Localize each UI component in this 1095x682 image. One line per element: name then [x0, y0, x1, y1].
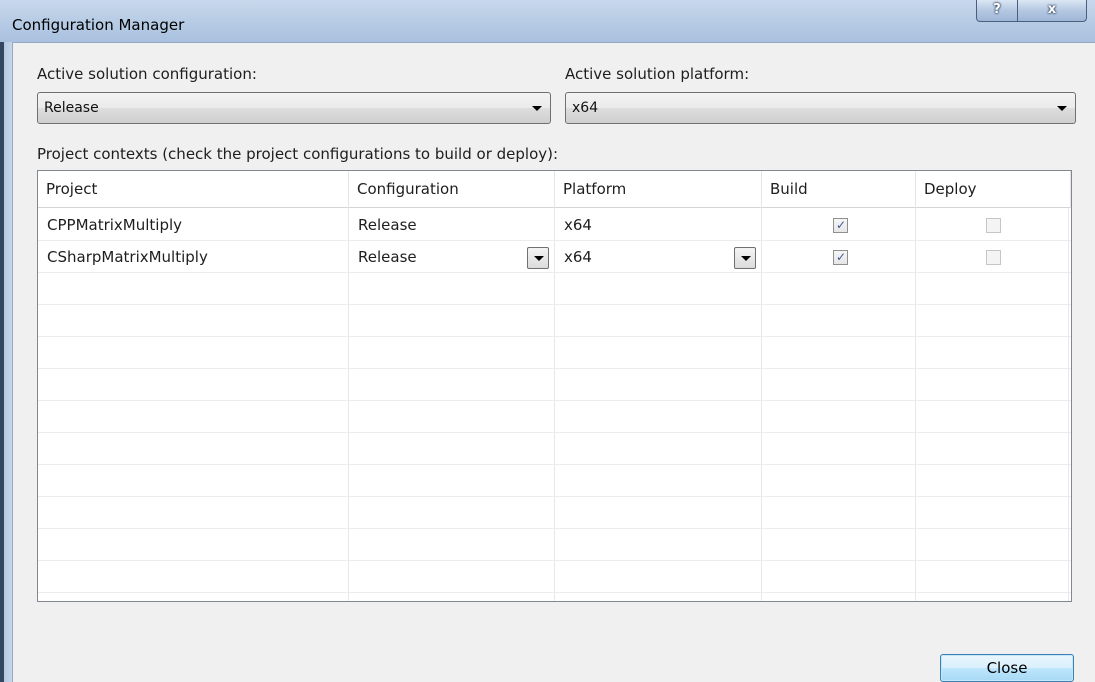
column-header-configuration[interactable]: Configuration	[349, 171, 555, 208]
title-bar: Configuration Manager ? x	[0, 0, 1095, 42]
grid-row-divider	[38, 400, 1071, 401]
grid-row-divider	[38, 560, 1071, 561]
build-checkbox[interactable]: ✓	[833, 218, 848, 233]
table-row[interactable]: CSharpMatrixMultiply Release x64 ✓	[38, 241, 1071, 273]
grid-header: Project Configuration Platform Build Dep…	[38, 171, 1071, 208]
active-solution-configuration-label: Active solution configuration:	[37, 65, 257, 83]
configuration-cell[interactable]: Release	[349, 209, 555, 241]
column-header-platform[interactable]: Platform	[555, 171, 762, 208]
chevron-down-icon	[741, 256, 751, 261]
configuration-dropdown-button[interactable]	[527, 247, 549, 269]
platform-dropdown-button[interactable]	[734, 247, 756, 269]
checkmark-icon: ✓	[836, 250, 847, 264]
column-header-build[interactable]: Build	[762, 171, 916, 208]
grid-row-divider	[38, 336, 1071, 337]
active-solution-configuration-value: Release	[44, 100, 99, 116]
project-contexts-label: Project contexts (check the project conf…	[37, 145, 559, 163]
deploy-checkbox	[986, 218, 1001, 233]
grid-row-divider	[38, 304, 1071, 305]
grid-row-divider	[38, 592, 1071, 593]
grid-row-divider	[38, 368, 1071, 369]
close-window-button[interactable]: x	[1017, 0, 1087, 22]
configuration-cell[interactable]: Release	[349, 241, 529, 273]
chevron-down-icon	[534, 256, 544, 261]
column-header-project[interactable]: Project	[38, 171, 349, 208]
window-title: Configuration Manager	[12, 16, 185, 34]
grid-row-divider	[38, 496, 1071, 497]
active-solution-platform-dropdown[interactable]: x64	[565, 92, 1076, 124]
active-solution-configuration-dropdown[interactable]: Release	[37, 92, 551, 124]
deploy-checkbox	[986, 250, 1001, 265]
close-button[interactable]: Close	[940, 654, 1074, 682]
active-solution-platform-value: x64	[572, 100, 599, 116]
project-name-cell: CSharpMatrixMultiply	[47, 248, 208, 266]
chevron-down-icon	[532, 106, 542, 111]
build-checkbox[interactable]: ✓	[833, 250, 848, 265]
grid-row-divider	[38, 432, 1071, 433]
column-header-deploy[interactable]: Deploy	[916, 171, 1071, 208]
window-frame-edge	[0, 42, 4, 682]
active-solution-platform-label: Active solution platform:	[565, 65, 750, 83]
platform-cell[interactable]: x64	[555, 241, 735, 273]
help-button[interactable]: ?	[976, 0, 1018, 22]
chevron-down-icon	[1057, 106, 1067, 111]
grid-row-divider	[38, 528, 1071, 529]
platform-cell[interactable]: x64	[555, 209, 762, 241]
grid-row-divider	[38, 464, 1071, 465]
table-row[interactable]: CPPMatrixMultiply Release x64 ✓	[38, 209, 1071, 241]
project-contexts-grid: Project Configuration Platform Build Dep…	[37, 170, 1072, 602]
checkmark-icon: ✓	[836, 218, 847, 232]
project-name-cell: CPPMatrixMultiply	[47, 216, 183, 234]
